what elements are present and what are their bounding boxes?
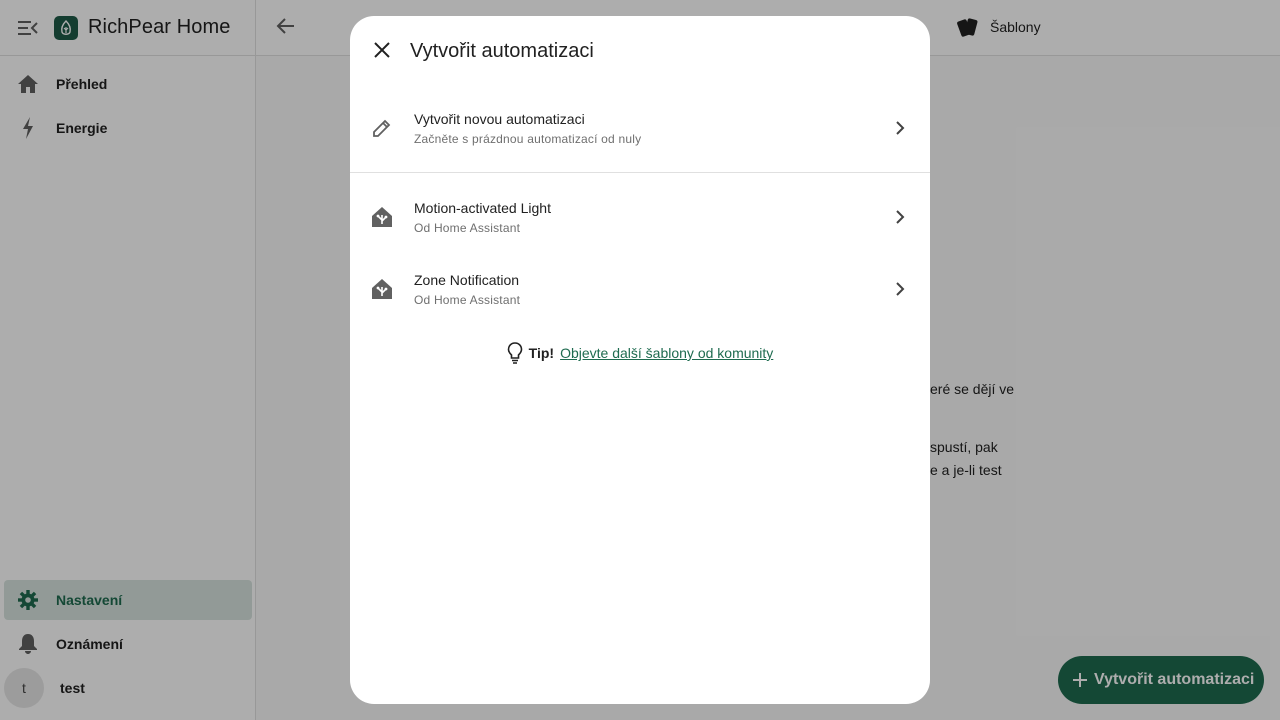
tip-row: Tip! Objevte další šablony od komunity [350, 342, 930, 364]
create-new-automation-option[interactable]: Vytvořit novou automatizaci Začněte s pr… [350, 92, 930, 164]
close-icon [374, 42, 390, 58]
close-button[interactable] [370, 38, 394, 62]
chevron-right-icon [896, 121, 905, 135]
option-subtitle: Od Home Assistant [414, 220, 521, 235]
pencil-icon [373, 119, 391, 137]
home-assistant-blueprint-icon [372, 207, 392, 227]
tip-label: Tip! [528, 345, 555, 361]
dialog-title: Vytvořit automatizaci [410, 40, 594, 62]
option-title: Vytvořit novou automatizaci [414, 110, 585, 127]
blueprint-option-motion-light[interactable]: Motion-activated Light Od Home Assistant [350, 181, 930, 253]
option-title: Zone Notification [414, 271, 520, 288]
chevron-right-icon [896, 282, 905, 296]
home-assistant-blueprint-icon [372, 279, 392, 299]
chevron-right-icon [896, 210, 905, 224]
blueprint-option-zone-notification[interactable]: Zone Notification Od Home Assistant [350, 253, 930, 325]
lightbulb-icon [507, 342, 522, 364]
divider [350, 172, 930, 173]
option-subtitle: Od Home Assistant [414, 292, 521, 307]
option-title: Motion-activated Light [414, 199, 551, 216]
community-blueprints-link[interactable]: Objevte další šablony od komunity [560, 345, 773, 361]
create-automation-dialog: Vytvořit automatizaci Vytvořit novou aut… [350, 16, 930, 704]
option-subtitle: Začněte s prázdnou automatizací od nuly [414, 131, 642, 146]
